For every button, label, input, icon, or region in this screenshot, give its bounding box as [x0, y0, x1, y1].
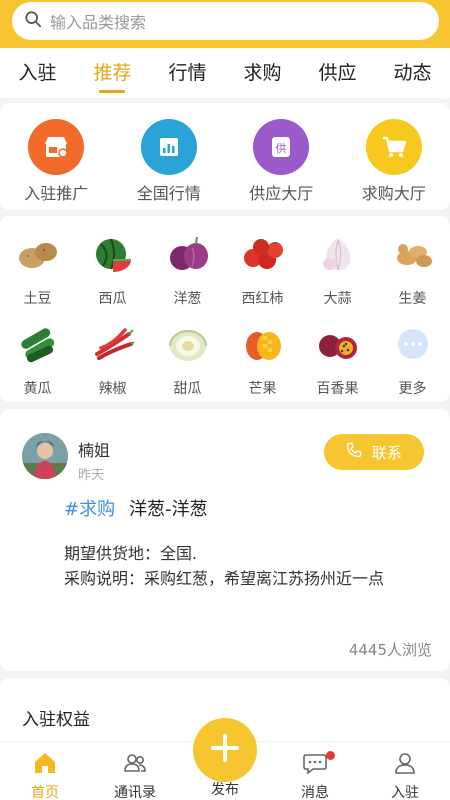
post-description: 采购说明：采购红葱，希望离江苏扬州近一点	[64, 569, 385, 588]
quick-entry-supply-hall[interactable]: 供 供应大厅	[226, 119, 336, 210]
benefit-title: 入驻权益	[22, 710, 90, 730]
post-tag[interactable]: #求购	[64, 499, 115, 520]
search-icon	[24, 10, 42, 32]
tab-recommend[interactable]: 推荐	[75, 48, 150, 98]
ginger-icon	[391, 234, 435, 274]
tab-news[interactable]: 动态	[375, 48, 450, 98]
purchase-post-card[interactable]: 楠姐 昨天 联系 #求购 洋葱-洋葱 期望供货地：全国. 采购说明：采购红葱，希望…	[0, 409, 450, 671]
quick-entry-label: 入驻推广	[24, 184, 89, 203]
user-icon	[392, 742, 418, 780]
unread-badge	[326, 751, 335, 760]
category-melon[interactable]: 甜瓜	[153, 324, 223, 414]
search-bar[interactable]: 输入品类搜索	[12, 2, 439, 40]
search-placeholder: 输入品类搜索	[50, 13, 147, 32]
category-label: 百香果	[316, 381, 359, 397]
potato-icon	[16, 234, 60, 274]
category-garlic[interactable]: 大蒜	[303, 234, 373, 324]
garlic-icon	[316, 234, 360, 274]
post-title-text: 洋葱-洋葱	[129, 499, 208, 520]
category-label: 生姜	[398, 291, 427, 307]
chili-icon	[91, 324, 135, 364]
message-icon	[302, 742, 328, 780]
quick-entry-label: 供应大厅	[249, 184, 314, 203]
post-username: 楠姐	[78, 441, 111, 460]
tab-buy[interactable]: 求购	[225, 48, 300, 98]
tab-join[interactable]: 入驻	[0, 48, 75, 98]
quick-entry-national-market[interactable]: 全国行情	[114, 119, 224, 210]
mango-icon	[241, 324, 285, 364]
category-label: 土豆	[23, 291, 52, 307]
category-label: 甜瓜	[173, 381, 202, 397]
quick-entry-label: 全国行情	[136, 184, 201, 203]
category-label: 西瓜	[98, 291, 127, 307]
category-chili[interactable]: 辣椒	[78, 324, 148, 414]
contact-button[interactable]: 联系	[324, 434, 424, 470]
passion-fruit-icon	[316, 324, 360, 364]
category-label: 更多	[398, 381, 427, 397]
publish-label: 发布	[211, 782, 239, 798]
post-view-count: 4445人浏览	[348, 641, 432, 659]
category-grid: 土豆 西瓜 洋葱 西红柿 大蒜 生姜 黄瓜 辣椒 甜瓜 芒果 百香果 更多	[0, 216, 450, 402]
more-icon	[391, 324, 435, 364]
quick-entry-purchase-hall[interactable]: 求购大厅	[339, 119, 449, 210]
post-title: #求购 洋葱-洋葱	[64, 495, 208, 521]
category-label: 西红柿	[241, 291, 284, 307]
publish-button[interactable]	[193, 718, 257, 782]
category-passion-fruit[interactable]: 百香果	[303, 324, 373, 414]
onion-icon	[166, 234, 210, 274]
quick-entry-panel: 入驻推广 全国行情 供 供应大厅 求购大厅	[0, 103, 450, 210]
category-potato[interactable]: 土豆	[3, 234, 73, 324]
cart-icon	[365, 119, 422, 175]
melon-icon	[166, 324, 210, 364]
supply-icon: 供	[253, 119, 310, 175]
contacts-icon	[122, 742, 148, 780]
category-label: 大蒜	[323, 291, 352, 307]
contact-label: 联系	[371, 443, 402, 462]
cucumber-icon	[16, 324, 60, 364]
plus-icon	[208, 731, 242, 769]
category-mango[interactable]: 芒果	[228, 324, 298, 414]
category-label: 洋葱	[173, 291, 202, 307]
post-expected-origin: 期望供货地：全国.	[64, 544, 198, 563]
post-body: 期望供货地：全国. 采购说明：采购红葱，希望离江苏扬州近一点	[64, 541, 424, 591]
post-time: 昨天	[78, 468, 105, 483]
category-label: 黄瓜	[23, 381, 52, 397]
category-more[interactable]: 更多	[378, 324, 448, 414]
shop-icon	[28, 119, 85, 175]
watermelon-icon	[91, 234, 135, 274]
phone-icon	[346, 442, 372, 462]
category-tomato[interactable]: 西红柿	[228, 234, 298, 324]
tomato-icon	[241, 234, 285, 274]
category-ginger[interactable]: 生姜	[378, 234, 448, 324]
svg-text:供: 供	[276, 141, 287, 155]
tab-supply[interactable]: 供应	[300, 48, 375, 98]
category-label: 芒果	[248, 381, 277, 397]
category-onion[interactable]: 洋葱	[153, 234, 223, 324]
avatar[interactable]	[22, 433, 68, 479]
category-tabs: 入驻 推荐 行情 求购 供应 动态	[0, 48, 450, 98]
quick-entry-join-promo[interactable]: 入驻推广	[1, 119, 111, 210]
category-watermelon[interactable]: 西瓜	[78, 234, 148, 324]
category-label: 辣椒	[98, 381, 127, 397]
category-cucumber[interactable]: 黄瓜	[3, 324, 73, 414]
quick-entry-label: 求购大厅	[361, 184, 426, 203]
chart-icon	[140, 119, 197, 175]
tab-market[interactable]: 行情	[150, 48, 225, 98]
home-icon	[32, 742, 58, 780]
